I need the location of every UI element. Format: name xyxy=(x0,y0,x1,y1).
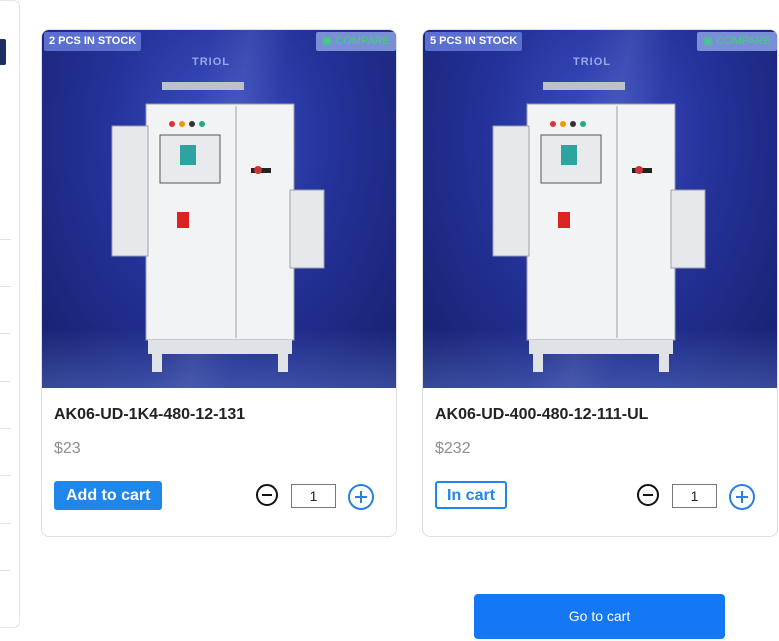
product-card[interactable]: TRIOL 5 PCS IN STOCK ▣ COMPARE AK06-UD-4… xyxy=(422,29,778,537)
stock-badge: 2 PCS IN STOCK xyxy=(44,32,142,51)
product-title[interactable]: AK06-UD-400-480-12-111-UL xyxy=(435,406,648,424)
brand-logo: TRIOL xyxy=(192,56,230,68)
minus-circle-icon[interactable] xyxy=(637,484,659,506)
sidebar-divider xyxy=(0,523,11,524)
brand-logo: TRIOL xyxy=(573,56,611,68)
cabinet-illustration xyxy=(111,82,325,372)
compare-label: COMPARE xyxy=(335,35,390,47)
filter-sidebar xyxy=(0,0,20,628)
compare-label: COMPARE xyxy=(716,35,771,47)
sidebar-active-marker xyxy=(0,39,6,65)
compare-button[interactable]: ▣ COMPARE xyxy=(696,32,777,51)
plus-circle-icon[interactable] xyxy=(348,484,374,510)
sidebar-divider xyxy=(0,239,11,240)
sidebar-divider xyxy=(0,475,11,476)
quantity-input[interactable]: 1 xyxy=(672,484,717,508)
plus-circle-icon[interactable] xyxy=(729,484,755,510)
sidebar-divider xyxy=(0,286,11,287)
minus-circle-icon[interactable] xyxy=(256,484,278,506)
go-to-cart-button[interactable]: Go to cart xyxy=(474,594,725,639)
compare-button[interactable]: ▣ COMPARE xyxy=(315,32,396,51)
product-card[interactable]: TRIOL 2 PCS IN STOCK ▣ COMPARE AK06-UD-1… xyxy=(41,29,397,537)
stock-badge: 5 PCS IN STOCK xyxy=(425,32,523,51)
product-title[interactable]: AK06-UD-1K4-480-12-131 xyxy=(54,406,245,424)
product-price: $232 xyxy=(435,440,471,457)
in-cart-button[interactable]: In cart xyxy=(435,481,508,509)
quantity-input[interactable]: 1 xyxy=(291,484,336,508)
sidebar-divider xyxy=(0,381,11,382)
add-to-cart-button[interactable]: Add to cart xyxy=(54,481,163,510)
product-price: $23 xyxy=(54,440,81,457)
product-image[interactable]: TRIOL 2 PCS IN STOCK ▣ COMPARE xyxy=(42,30,396,388)
cabinet-illustration xyxy=(492,82,706,372)
sidebar-divider xyxy=(0,333,11,334)
product-image[interactable]: TRIOL 5 PCS IN STOCK ▣ COMPARE xyxy=(423,30,777,388)
sidebar-divider xyxy=(0,428,11,429)
sidebar-divider xyxy=(0,570,11,571)
